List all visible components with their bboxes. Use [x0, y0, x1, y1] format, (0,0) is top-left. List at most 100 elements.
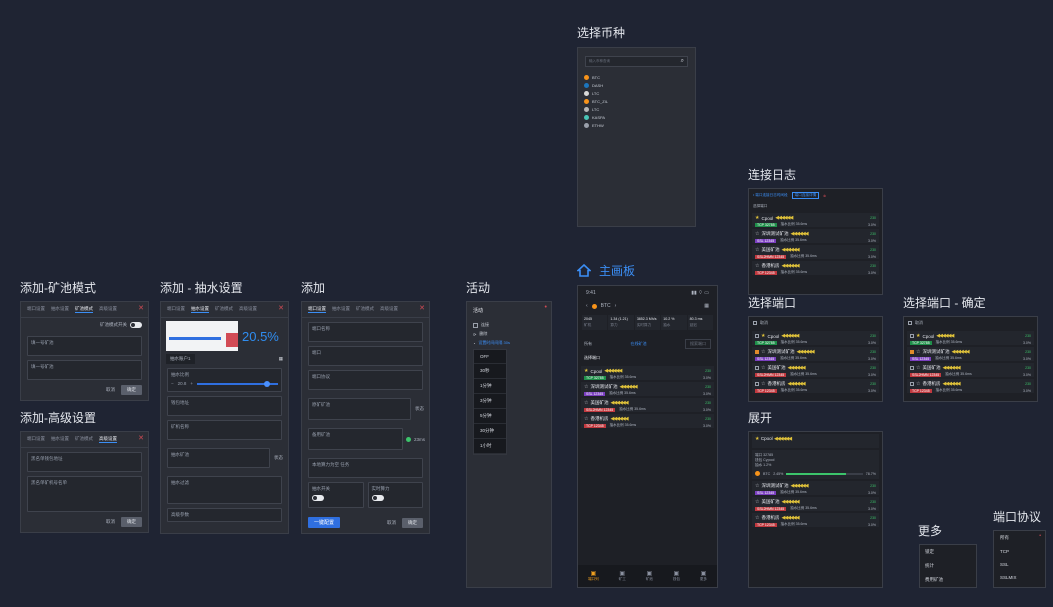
tab-port[interactable]: 端口设置 [167, 306, 185, 313]
pool-field-2[interactable]: 填一号矿池 [27, 360, 142, 380]
interval-option[interactable]: 3分钟 [474, 394, 506, 409]
confirm-button[interactable]: 确定 [121, 517, 142, 527]
minus-icon[interactable]: − [171, 381, 174, 386]
checkbox-icon[interactable] [755, 334, 759, 338]
checkbox-icon[interactable] [910, 366, 914, 370]
coin-search-input[interactable]: 输入币种查询 [589, 59, 610, 64]
coin-item[interactable]: KASPA [584, 115, 689, 120]
tab-pool-mode[interactable]: 矿池模式 [75, 436, 93, 443]
cancel-link[interactable]: 取消 [915, 320, 923, 326]
tab-fee[interactable]: 抽水设置 [191, 306, 209, 313]
fee-filter-field[interactable]: 抽水过滤 [167, 476, 282, 504]
interval-option[interactable]: 30秒 [474, 364, 506, 379]
slider-thumb[interactable] [264, 380, 270, 387]
close-icon[interactable]: ✕ [278, 304, 284, 312]
activity-item[interactable]: 连接 [473, 322, 545, 328]
log-link-1[interactable]: • 端口连接日志时间段 [753, 193, 788, 198]
pool-card[interactable]: ☆ 美国矿池 ◀◀◀◀◀◀ 230 SSL2HMN 12345 抽水比例 35.6ms 3.… [752, 363, 879, 377]
pool-card[interactable]: ☆ 美国矿池 ◀◀◀◀◀◀ 230 SSL2HMN 12345 抽水比例 35.6ms 3.… [907, 363, 1034, 377]
star-icon[interactable]: ☆ [916, 349, 920, 355]
protocol-item[interactable]: TCP [994, 545, 1045, 558]
pool-card[interactable]: ☆ 美国矿池 ◀◀◀◀◀◀ 230 SSL2HMN 12345 抽水比例 35.6ms 3.… [752, 245, 879, 259]
interval-option[interactable]: 1分钟 [474, 379, 506, 394]
confirm-button[interactable]: 确定 [121, 385, 142, 395]
more-item[interactable]: 锁定 [920, 545, 976, 559]
cancel-button[interactable]: 取消 [106, 387, 115, 393]
nav-item[interactable]: ▣ 更多 [700, 570, 707, 582]
star-icon[interactable]: ☆ [755, 247, 759, 253]
interval-option[interactable]: 5分钟 [474, 409, 506, 424]
pool-card[interactable]: ☆ 香港机房 ◀◀◀◀◀◀ 230 TCP 12345 抽水比例 35.6ms 3.0% [752, 513, 879, 527]
pool-card[interactable]: ☆ 香港机房 ◀◀◀◀◀◀ 230 TCP 12345 抽水比例 35.6ms 3.0% [752, 261, 879, 275]
star-icon[interactable]: ☆ [584, 384, 588, 390]
tab-advanced[interactable]: 高级设置 [380, 306, 398, 313]
close-icon[interactable]: • [1039, 533, 1041, 539]
wallet-field[interactable]: 钱包地址 [167, 396, 282, 416]
ratio-field[interactable]: 抽水比例 − 20.8 + [167, 368, 282, 392]
pool-field[interactable]: 原矿矿池 [308, 398, 411, 420]
more-item[interactable]: 统计 [920, 559, 976, 573]
checkbox-icon[interactable] [755, 350, 759, 354]
log-link-2[interactable]: 端口连接详情 [791, 192, 820, 199]
pool-mode-toggle[interactable] [130, 322, 142, 328]
pool-card[interactable]: ★ Cpool ◀◀◀◀◀◀ 230 TCP 32785 抽水比例 35.6ms 3.0% [581, 366, 714, 380]
nav-item[interactable]: ▣ 钱包 [673, 570, 680, 582]
hashrate-field[interactable]: 本地算力为空 任务 [308, 458, 423, 478]
protocol-item[interactable]: 所有 [994, 531, 1045, 545]
tab-port[interactable]: 端口设置 [27, 306, 45, 313]
pool-card[interactable]: ★ Cpool ◀◀◀◀◀◀ 230 TCP 32785 抽水比例 35.6ms 3.0% [752, 213, 879, 227]
pool-card[interactable]: ★ Cpool ◀◀◀◀◀◀ 230 TCP 32785 抽水比例 35.6ms 3.0% [752, 331, 879, 345]
coin-item[interactable]: DASH [584, 83, 689, 88]
coin-item[interactable]: ETHW [584, 123, 689, 128]
miner-field[interactable]: 矿机名称 [167, 420, 282, 440]
filter-select[interactable]: 所有 [584, 341, 592, 347]
star-icon[interactable]: ★ [755, 215, 759, 221]
fee-toggle[interactable] [312, 495, 324, 501]
checkbox-icon[interactable] [755, 382, 759, 386]
ratio-slider[interactable] [197, 380, 278, 387]
star-icon[interactable]: ☆ [761, 349, 765, 355]
pool-card[interactable]: ☆ 深圳测试矿池 ◀◀◀◀◀◀ 230 SSL 12345 抽水比例 35.6ms 3.0% [907, 347, 1034, 361]
coin-search[interactable]: 输入币种查询 ⌕ [585, 56, 688, 67]
pool-card[interactable]: ☆ 香港机房 ◀◀◀◀◀◀ 230 TCP 12345 抽水比例 35.6ms 3.0% [752, 379, 879, 393]
cancel-button[interactable]: 取消 [387, 520, 396, 526]
close-icon[interactable]: ✕ [138, 304, 144, 312]
plus-icon[interactable]: + [190, 381, 193, 386]
star-icon[interactable]: ★ [584, 368, 588, 374]
star-icon[interactable]: ☆ [755, 499, 759, 505]
fee-pool-field[interactable]: 抽水矿池 [167, 448, 270, 468]
checkbox-icon[interactable] [753, 321, 757, 325]
close-icon[interactable]: ✕ [419, 304, 425, 312]
cancel-link[interactable]: 取消 [760, 320, 768, 326]
tab-pool-mode[interactable]: 矿池模式 [215, 306, 233, 313]
activity-item[interactable]: ⟳ 删除 [473, 331, 545, 337]
star-icon[interactable]: ☆ [916, 365, 920, 371]
search-icon[interactable]: ⌕ [681, 58, 684, 65]
star-icon[interactable]: ☆ [755, 515, 759, 521]
tab-advanced[interactable]: 高级设置 [99, 436, 117, 443]
star-icon[interactable]: ★ [916, 333, 920, 339]
more-item[interactable]: 费用矿池 [920, 573, 976, 587]
star-icon[interactable]: ☆ [755, 231, 759, 237]
back-icon[interactable]: ‹ [586, 303, 588, 309]
close-icon[interactable]: ✕ [138, 434, 144, 442]
tab-fee[interactable]: 抽水设置 [332, 306, 350, 313]
star-icon[interactable]: ☆ [584, 400, 588, 406]
star-icon[interactable]: ☆ [761, 365, 765, 371]
pool-card[interactable]: ★ Cpool ◀◀◀◀◀◀ [752, 434, 879, 448]
coin-selector[interactable]: ‹ BTC › [586, 303, 616, 309]
pool-card[interactable]: ★ Cpool ◀◀◀◀◀◀ 230 TCP 32785 抽水比例 35.6ms 3.0% [907, 331, 1034, 345]
tab-pool-mode[interactable]: 矿池模式 [75, 306, 93, 313]
protocol-item[interactable]: SSL [994, 558, 1045, 571]
nav-item[interactable]: ▣ 矿池 [646, 570, 653, 582]
tab-port[interactable]: 端口设置 [308, 306, 326, 313]
tab-fee[interactable]: 抽水设置 [51, 306, 69, 313]
activity-item[interactable]: ◔ 设置时间间隔 30s [473, 340, 545, 346]
star-icon[interactable]: ☆ [916, 381, 920, 387]
checkbox-icon[interactable] [755, 366, 759, 370]
blacklist-miner-field[interactable]: 黑名单矿机号名单 [27, 476, 142, 512]
quick-config-button[interactable]: 一键配置 [308, 517, 341, 528]
tab-port[interactable]: 端口设置 [27, 436, 45, 443]
interval-option[interactable]: 1小时 [474, 439, 506, 454]
fee-account-tab[interactable]: 抽水账户1 [166, 354, 195, 364]
